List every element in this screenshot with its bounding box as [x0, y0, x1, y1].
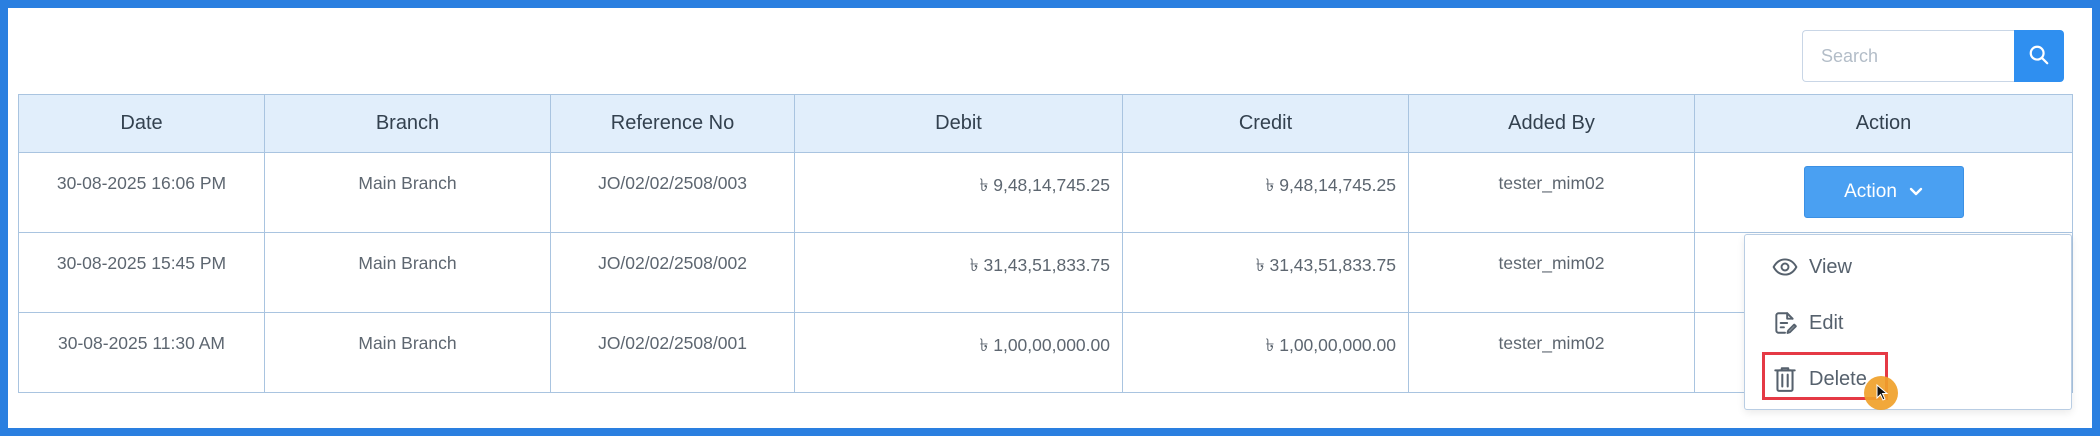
cell-debit: ৳ 1,00,00,000.00 — [794, 312, 1123, 393]
cell-reference: JO/02/02/2508/001 — [550, 312, 795, 393]
cell-debit: ৳ 9,48,14,745.25 — [794, 152, 1123, 233]
cell-reference: JO/02/02/2508/003 — [550, 152, 795, 233]
eye-icon — [1771, 253, 1799, 281]
chevron-down-icon — [1909, 181, 1923, 203]
table-header-row: Date Branch Reference No Debit Credit Ad… — [18, 94, 2073, 153]
menu-item-label: Delete — [1809, 367, 1867, 390]
header-debit[interactable]: Debit — [794, 94, 1123, 153]
cell-added-by: tester_mim02 — [1408, 232, 1695, 313]
cell-date: 30-08-2025 11:30 AM — [18, 312, 265, 393]
menu-item-label: View — [1809, 255, 1852, 278]
cell-reference: JO/02/02/2508/002 — [550, 232, 795, 313]
cell-credit: ৳ 31,43,51,833.75 — [1122, 232, 1409, 313]
menu-item-delete[interactable]: Delete — [1771, 365, 1867, 393]
header-credit[interactable]: Credit — [1122, 94, 1409, 153]
cell-branch: Main Branch — [264, 232, 551, 313]
menu-item-view[interactable]: View — [1771, 253, 1852, 281]
cell-added-by: tester_mim02 — [1408, 312, 1695, 393]
cell-credit: ৳ 1,00,00,000.00 — [1122, 312, 1409, 393]
cell-credit: ৳ 9,48,14,745.25 — [1122, 152, 1409, 233]
search-bar — [1802, 30, 2064, 82]
search-icon — [2028, 44, 2050, 69]
action-button-label: Action — [1844, 181, 1897, 202]
menu-item-edit[interactable]: Edit — [1771, 309, 1843, 337]
search-input[interactable] — [1802, 30, 2014, 82]
action-button[interactable]: Action — [1803, 166, 1964, 218]
cell-added-by: tester_mim02 — [1408, 152, 1695, 233]
menu-item-label: Edit — [1809, 311, 1844, 334]
cell-branch: Main Branch — [264, 312, 551, 393]
table-row: 30-08-2025 16:06 PM Main Branch JO/02/02… — [18, 152, 2073, 233]
header-added-by[interactable]: Added By — [1408, 94, 1695, 153]
cell-branch: Main Branch — [264, 152, 551, 233]
header-action: Action — [1694, 94, 2073, 153]
search-button[interactable] — [2014, 30, 2064, 82]
action-dropdown-menu: View Edit Delete — [1744, 234, 2072, 410]
cell-date: 30-08-2025 16:06 PM — [18, 152, 265, 233]
cell-debit: ৳ 31,43,51,833.75 — [794, 232, 1123, 313]
cell-action: Action — [1694, 152, 2073, 233]
header-date[interactable]: Date — [18, 94, 265, 153]
header-reference-no[interactable]: Reference No — [550, 94, 795, 153]
header-branch[interactable]: Branch — [264, 94, 551, 153]
edit-document-icon — [1771, 309, 1799, 337]
cell-date: 30-08-2025 15:45 PM — [18, 232, 265, 313]
trash-icon — [1771, 365, 1799, 393]
